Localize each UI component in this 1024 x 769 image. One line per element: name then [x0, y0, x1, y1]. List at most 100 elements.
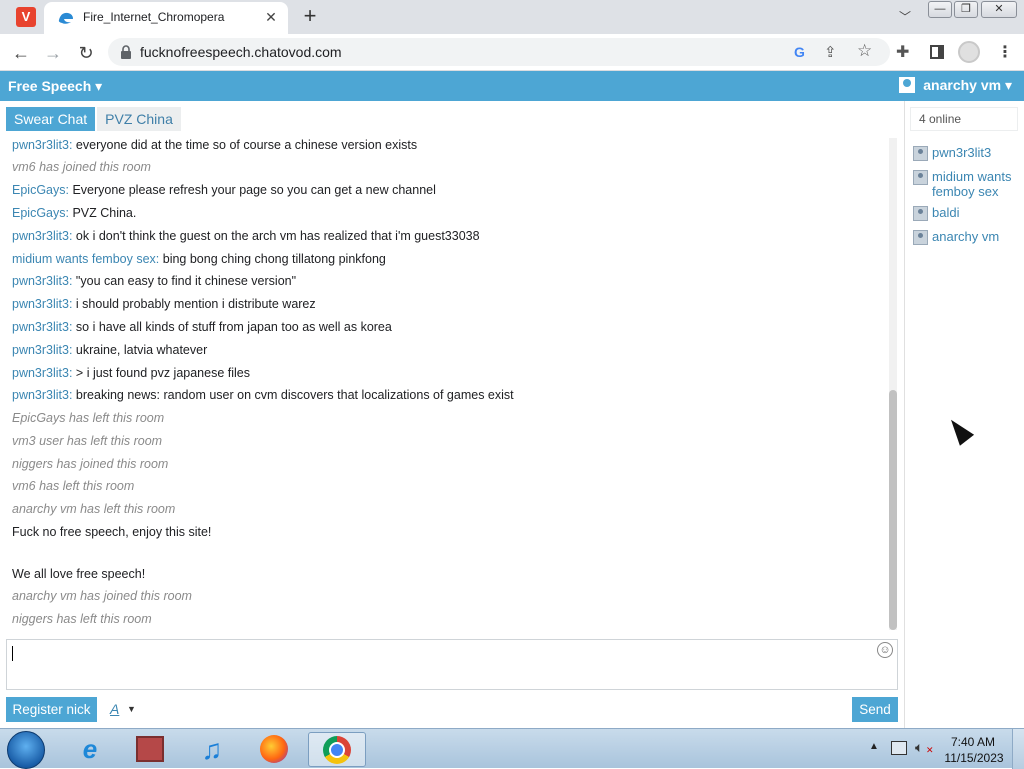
scrollbar-thumb[interactable]	[889, 390, 897, 630]
user-name: anarchy vm	[932, 229, 1000, 244]
chevron-down-icon[interactable]: ▼	[127, 704, 136, 714]
browser-toolbar: ← → ↻ fucknofreespeech.chatovod.com G ⇪ …	[0, 34, 1024, 71]
taskbar-archive[interactable]	[124, 732, 176, 767]
chat-message: EpicGays: PVZ China.	[12, 205, 136, 221]
message-text: vm3 user has left this room	[12, 434, 163, 448]
chat-message: pwn3r3lit3: ok i don't think the guest o…	[12, 228, 480, 244]
send-button[interactable]: Send	[852, 697, 898, 722]
font-style-button[interactable]: A	[110, 701, 119, 717]
vivaldi-icon[interactable]: V	[16, 7, 36, 27]
system-message: vm6 has joined this room	[12, 159, 151, 175]
internet-explorer-icon: e	[82, 734, 98, 764]
message-text: niggers has joined this room	[12, 457, 169, 471]
message-log-scrollbar[interactable]	[889, 138, 897, 630]
online-users-sidebar: 4 online pwn3r3lit3 midium wants femboy s…	[904, 101, 1024, 728]
message-text: anarchy vm has joined this room	[12, 589, 192, 603]
show-desktop-button[interactable]	[1012, 729, 1024, 769]
message-input[interactable]: ☺	[6, 639, 898, 690]
message-nick[interactable]: EpicGays:	[12, 183, 69, 197]
message-nick[interactable]: pwn3r3lit3:	[12, 274, 72, 288]
reload-button[interactable]: ↻	[74, 41, 98, 65]
message-nick[interactable]: pwn3r3lit3:	[12, 297, 72, 311]
browser-tab[interactable]: Fire_Internet_Chromopera ✕	[44, 2, 288, 34]
back-button[interactable]: ←	[9, 41, 33, 65]
clock-time[interactable]: 7:40 AM	[946, 735, 1000, 749]
channel-tabs: Swear Chat PVZ China	[6, 107, 183, 131]
message-nick[interactable]: pwn3r3lit3:	[12, 229, 72, 243]
user-icon	[913, 206, 928, 221]
user-name: baldi	[932, 205, 960, 220]
address-bar[interactable]: fucknofreespeech.chatovod.com G ⇪ ☆	[108, 38, 890, 66]
tray-expand-icon[interactable]: ▲	[869, 741, 879, 752]
message-nick[interactable]: pwn3r3lit3:	[12, 343, 72, 357]
user-menu-label: anarchy vm ▾	[923, 77, 1012, 93]
message-log[interactable]: pwn3r3lit3: everyone did at the time so …	[6, 134, 899, 631]
user-menu[interactable]: anarchy vm ▾	[899, 77, 1012, 94]
share-icon[interactable]: ⇪	[824, 43, 837, 61]
system-message: anarchy vm has joined this room	[12, 588, 192, 604]
message-nick[interactable]: pwn3r3lit3:	[12, 320, 72, 334]
message-text: bing bong ching chong tillatong pinkfong	[159, 252, 386, 266]
chrome-icon	[323, 736, 351, 764]
chat-message: pwn3r3lit3: i should probably mention i …	[12, 296, 316, 312]
message-nick[interactable]: pwn3r3lit3:	[12, 388, 72, 402]
user-icon	[899, 77, 916, 93]
taskbar-music[interactable]: ♫	[186, 732, 238, 767]
system-message: anarchy vm has left this room	[12, 501, 175, 517]
minimize-button[interactable]: —	[928, 1, 952, 18]
url-text[interactable]: fucknofreespeech.chatovod.com	[140, 44, 342, 60]
network-icon[interactable]	[891, 741, 907, 755]
firefox-icon	[260, 735, 288, 763]
menu-icon[interactable]: ⋮	[997, 42, 1013, 62]
message-text: so i have all kinds of stuff from japan …	[72, 320, 392, 334]
edge-favicon-icon	[58, 12, 73, 24]
tab-title: Fire_Internet_Chromopera	[83, 10, 225, 24]
lock-icon[interactable]	[120, 45, 132, 59]
tab-swear-chat[interactable]: Swear Chat	[6, 107, 96, 131]
system-message: vm6 has left this room	[12, 478, 134, 494]
message-text: ukraine, latvia whatever	[72, 343, 208, 357]
message-nick[interactable]: midium wants femboy sex:	[12, 252, 159, 266]
user-name: pwn3r3lit3	[932, 145, 992, 160]
close-tab-icon[interactable]: ✕	[262, 8, 280, 26]
chat-message: We all love free speech!	[12, 566, 145, 582]
system-message: niggers has left this room	[12, 611, 152, 627]
user-icon	[913, 146, 928, 161]
user-icon	[913, 230, 928, 245]
taskbar-firefox[interactable]	[248, 732, 300, 767]
volume-icon[interactable]: 🔈︎	[915, 739, 923, 756]
message-text: ok i don't think the guest on the arch v…	[72, 229, 480, 243]
forward-button[interactable]: →	[41, 41, 65, 65]
chat-message: pwn3r3lit3: so i have all kinds of stuff…	[12, 319, 392, 335]
message-nick[interactable]: pwn3r3lit3:	[12, 138, 72, 152]
archive-icon	[136, 736, 164, 762]
room-menu[interactable]: Free Speech ▾	[8, 78, 102, 95]
taskbar-chrome[interactable]	[308, 732, 366, 767]
message-text: vm6 has left this room	[12, 479, 135, 493]
taskbar-internet-explorer[interactable]: e	[64, 732, 116, 767]
star-icon[interactable]: ☆	[857, 41, 872, 61]
start-orb-icon[interactable]	[7, 731, 45, 769]
message-text: i should probably mention i distribute w…	[72, 297, 316, 311]
smiley-icon[interactable]: ☺	[877, 642, 893, 658]
google-icon[interactable]: G	[794, 44, 805, 60]
message-nick[interactable]: EpicGays:	[12, 206, 69, 220]
chat-message: pwn3r3lit3: > i just found pvz japanese …	[12, 365, 250, 381]
close-window-button[interactable]: ✕	[981, 1, 1017, 18]
register-nick-button[interactable]: Register nick	[6, 697, 97, 722]
new-tab-button[interactable]: +	[298, 5, 322, 29]
message-text: anarchy vm has left this room	[12, 502, 176, 516]
extensions-icon[interactable]: ✚	[896, 42, 909, 62]
side-panel-icon[interactable]	[930, 45, 944, 59]
browser-tab-strip: V Fire_Internet_Chromopera ✕ + ﹀ — ❐ ✕	[0, 0, 1024, 34]
online-count: 4 online	[910, 107, 1018, 131]
clock-date[interactable]: 11/15/2023	[940, 751, 1008, 765]
message-text: breaking news: random user on cvm discov…	[72, 388, 514, 402]
profile-icon[interactable]	[958, 41, 980, 63]
tab-search-chevron-icon[interactable]: ﹀	[895, 8, 915, 28]
tab-pvz-china[interactable]: PVZ China	[97, 107, 181, 131]
message-nick[interactable]: pwn3r3lit3:	[12, 366, 72, 380]
message-text: everyone did at the time so of course a …	[72, 138, 418, 152]
maximize-button[interactable]: ❐	[954, 1, 978, 18]
chat-message: midium wants femboy sex: bing bong ching…	[12, 251, 386, 267]
